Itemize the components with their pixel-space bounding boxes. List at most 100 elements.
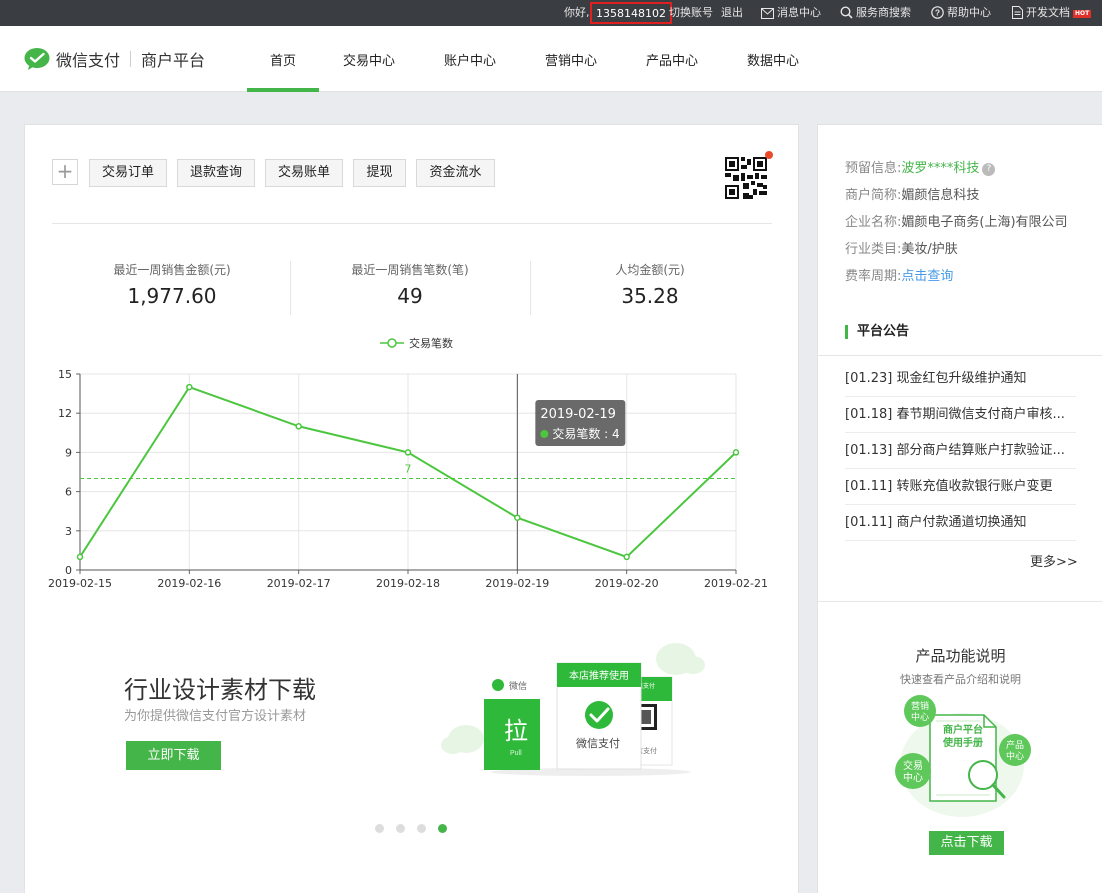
product-title: 产品功能说明 xyxy=(915,647,1006,665)
announcement-item[interactable]: [01.11] 转账充值收款银行账户变更 xyxy=(845,469,1076,505)
announcement-item[interactable]: [01.23] 现金红包升级维护通知 xyxy=(845,361,1076,397)
carousel-dot-active[interactable] xyxy=(438,824,447,833)
announcement-item[interactable]: [01.11] 商户付款通道切换通知 xyxy=(845,505,1076,541)
data-point[interactable] xyxy=(76,553,84,561)
wechat-pay-logo-icon xyxy=(24,48,50,70)
help-circle-icon[interactable]: ? xyxy=(982,163,996,176)
info-short-name: 商户简称:媚颜信息科技 xyxy=(845,184,979,203)
brand-name: 微信支付 xyxy=(56,51,121,70)
dashboard-card: + 交易订单 退款查询 交易账单 提现 资金流水 最近一周销售金额(元) 1,9… xyxy=(24,124,799,893)
announcements-more-link[interactable]: 更多>> xyxy=(1030,551,1078,570)
announcement-title: 平台公告 xyxy=(845,325,909,339)
quick-refund-query-button[interactable]: 退款查询 xyxy=(177,159,255,187)
data-point[interactable] xyxy=(514,514,521,521)
x-tick-label: 2019-02-15 xyxy=(48,577,112,590)
rate-query-link[interactable]: 点击查询 xyxy=(901,269,953,284)
bubble-trade-1: 交易 xyxy=(903,759,923,772)
bubble-trade-2: 中心 xyxy=(903,771,923,784)
info-value: 媚颜电子商务(上海)有限公司 xyxy=(901,215,1068,230)
x-tick-label: 2019-02-18 xyxy=(376,577,440,590)
qr-code-icon[interactable] xyxy=(725,157,767,199)
carousel-dot[interactable] xyxy=(417,824,426,833)
design-material-illustration: 微信 拉 Pull 使用微信支付 微信支付 本店推荐使用 微信支付 xyxy=(441,643,705,776)
bubble-marketing-1: 营销 xyxy=(911,700,929,712)
document-icon xyxy=(1012,6,1023,19)
header: 微信支付 商户平台 首页 交易中心 账户中心 营销中心 产品中心 数据中心 xyxy=(0,26,1102,92)
stat-value: 49 xyxy=(397,284,423,308)
quick-trade-orders-button[interactable]: 交易订单 xyxy=(89,159,167,187)
data-point[interactable] xyxy=(732,449,740,456)
banner-title: 行业设计素材下载 xyxy=(124,676,316,704)
product-subtitle: 快速查看产品介绍和说明 xyxy=(900,673,1021,686)
quick-fund-flow-button[interactable]: 资金流水 xyxy=(416,159,495,187)
info-reserved: 预留信息:波罗****科技? xyxy=(845,157,996,176)
carousel-dot[interactable] xyxy=(375,824,384,833)
info-value: 美妆/护肤 xyxy=(901,242,958,257)
carousel-dots xyxy=(375,822,459,836)
qr-notification-dot xyxy=(765,151,773,159)
banner-download-button[interactable]: 立即下载 xyxy=(126,741,221,770)
top-bar: 你好, 1358148102 切换账号 退出 消息中心 服务商搜索 ? 帮助中心 … xyxy=(0,0,1102,26)
x-tick-label: 2019-02-21 xyxy=(704,577,768,590)
help-center-link[interactable]: ? 帮助中心 xyxy=(931,0,991,26)
nav-tab-home[interactable]: 首页 xyxy=(247,26,319,92)
average-line-label: 7 xyxy=(405,463,412,476)
help-icon: ? xyxy=(931,6,944,19)
logo-separator xyxy=(130,51,132,67)
data-point[interactable] xyxy=(295,423,302,430)
provider-search-link[interactable]: 服务商搜索 xyxy=(840,0,911,26)
nav-tab-product[interactable]: 产品中心 xyxy=(633,26,711,92)
dev-docs-label: 开发文档 xyxy=(1026,6,1070,19)
card-brand: 微信支付 xyxy=(576,736,620,750)
greeting: 你好, xyxy=(564,6,590,19)
y-tick-label: 0 xyxy=(65,564,72,577)
manual-line2: 使用手册 xyxy=(942,736,983,749)
quick-trade-bill-button[interactable]: 交易账单 xyxy=(265,159,343,187)
right-panel: 预留信息:波罗****科技? 商户简称:媚颜信息科技 企业名称:媚颜电子商务(上… xyxy=(817,124,1102,893)
nav-tab-account[interactable]: 账户中心 xyxy=(431,26,509,92)
info-value: 波罗****科技 xyxy=(901,161,980,176)
transaction-line-chart[interactable]: 0 3 6 9 12 15 2019-02-15 2019-02-16 2019-02-17 20… xyxy=(43,333,783,595)
carousel-dot[interactable] xyxy=(396,824,405,833)
x-tick-label: 2019-02-20 xyxy=(595,577,659,590)
nav-tab-marketing[interactable]: 营销中心 xyxy=(532,26,610,92)
card-pull-sub: Pull xyxy=(510,750,522,757)
stat-weekly-amount: 最近一周销售金额(元) 1,977.60 xyxy=(52,261,292,308)
bubble-product-1: 产品 xyxy=(1006,739,1024,751)
announcement-item[interactable]: [01.18] 春节期间微信支付商户审核... xyxy=(845,397,1076,433)
info-label: 商户简称: xyxy=(845,188,902,203)
account-id: 1358148102 xyxy=(590,2,672,24)
toolbar-divider xyxy=(52,223,772,224)
logout-link[interactable]: 退出 xyxy=(721,0,743,26)
switch-account-link[interactable]: 切换账号 xyxy=(669,0,713,26)
dev-docs-link[interactable]: 开发文档 HOT xyxy=(1012,0,1092,26)
svg-text:?: ? xyxy=(935,8,940,18)
announcement-item[interactable]: [01.13] 部分商户结算账户打款验证... xyxy=(845,433,1076,469)
nav-tab-trade[interactable]: 交易中心 xyxy=(330,26,408,92)
stat-label: 人均金额(元) xyxy=(615,263,685,277)
product-download-button[interactable]: 点击下载 xyxy=(929,831,1004,855)
platform-name: 商户平台 xyxy=(141,51,206,70)
card-top-label: 本店推荐使用 xyxy=(569,669,629,682)
bubble-product-2: 中心 xyxy=(1006,750,1024,762)
help-center-label: 帮助中心 xyxy=(947,6,991,19)
card-pull-char: 拉 xyxy=(504,717,528,745)
legend-marker xyxy=(387,338,397,348)
card-left-brand: 微信 xyxy=(509,680,527,692)
nav-tab-data[interactable]: 数据中心 xyxy=(734,26,812,92)
logo[interactable]: 微信支付 商户平台 xyxy=(24,46,205,72)
message-center-link[interactable]: 消息中心 xyxy=(761,0,821,26)
search-icon xyxy=(840,6,853,19)
quick-withdraw-button[interactable]: 提现 xyxy=(353,159,406,187)
add-shortcut-button[interactable]: + xyxy=(52,159,78,185)
data-point[interactable] xyxy=(186,383,193,391)
info-label: 预留信息: xyxy=(845,161,902,176)
y-tick-label: 12 xyxy=(58,407,72,420)
tooltip-value: 交易笔数 : 4 xyxy=(552,426,619,441)
info-company: 企业名称:媚颜电子商务(上海)有限公司 xyxy=(845,211,1068,230)
stat-value: 35.28 xyxy=(621,284,679,308)
data-point[interactable] xyxy=(623,553,630,561)
data-point[interactable] xyxy=(404,449,412,456)
tooltip-series-dot xyxy=(540,430,549,438)
bubble-marketing-2: 中心 xyxy=(911,711,929,723)
